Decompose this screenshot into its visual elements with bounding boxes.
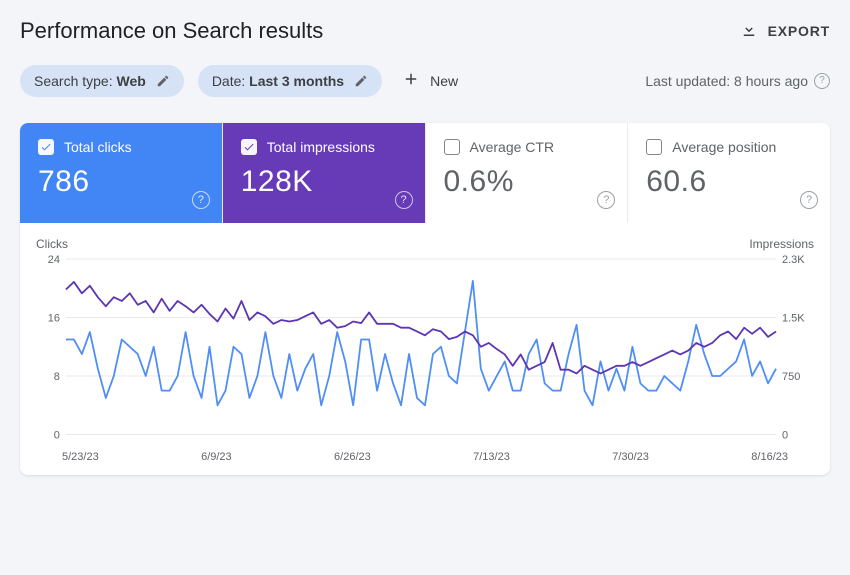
help-icon[interactable]: ? xyxy=(814,73,830,89)
x-tick: 6/9/23 xyxy=(201,451,232,463)
svg-text:1.5K: 1.5K xyxy=(782,312,805,324)
x-tick: 7/13/23 xyxy=(473,451,510,463)
svg-text:0: 0 xyxy=(54,430,60,442)
metric-label: Total impressions xyxy=(267,139,375,155)
new-label: New xyxy=(430,73,458,89)
metric-tiles: Total clicks 786 ? Total impressions 128… xyxy=(20,123,830,223)
download-icon xyxy=(740,21,758,42)
filter-date[interactable]: Date: Last 3 months xyxy=(198,65,382,97)
help-icon[interactable]: ? xyxy=(395,191,413,209)
metric-tile-impressions[interactable]: Total impressions 128K ? xyxy=(223,123,426,223)
metric-value: 786 xyxy=(38,165,206,199)
checkbox-off-icon xyxy=(444,139,460,155)
filter-bar: Search type: Web Date: Last 3 months New… xyxy=(20,62,830,99)
pencil-icon xyxy=(156,74,170,88)
svg-text:2.3K: 2.3K xyxy=(782,255,805,266)
metric-value: 128K xyxy=(241,165,409,199)
metric-tile-clicks[interactable]: Total clicks 786 ? xyxy=(20,123,223,223)
metric-value: 60.6 xyxy=(646,165,814,199)
x-tick: 6/26/23 xyxy=(334,451,371,463)
svg-text:750: 750 xyxy=(782,371,800,383)
plus-icon xyxy=(402,70,420,91)
export-button[interactable]: EXPORT xyxy=(740,21,830,42)
left-axis-title: Clicks xyxy=(36,237,68,251)
metric-label: Average position xyxy=(672,139,776,155)
export-label: EXPORT xyxy=(768,23,830,39)
metric-tile-ctr[interactable]: Average CTR 0.6% ? xyxy=(426,123,629,223)
x-axis: 5/23/23 6/9/23 6/26/23 7/13/23 7/30/23 8/16/2… xyxy=(36,445,814,467)
right-axis-title: Impressions xyxy=(749,237,814,251)
pencil-icon xyxy=(354,74,368,88)
last-updated: Last updated: 8 hours ago ? xyxy=(645,73,830,89)
svg-text:16: 16 xyxy=(48,312,60,324)
filter-search-type[interactable]: Search type: Web xyxy=(20,65,184,97)
metric-value: 0.6% xyxy=(444,165,612,199)
x-tick: 7/30/23 xyxy=(612,451,649,463)
chart-plot[interactable]: 0 0 8 750 16 1.5K 24 2.3K xyxy=(36,255,814,445)
page-title: Performance on Search results xyxy=(20,18,323,44)
help-icon[interactable]: ? xyxy=(192,191,210,209)
svg-text:8: 8 xyxy=(54,371,60,383)
metric-label: Total clicks xyxy=(64,139,132,155)
metric-tile-position[interactable]: Average position 60.6 ? xyxy=(628,123,830,223)
svg-text:0: 0 xyxy=(782,430,788,442)
metric-label: Average CTR xyxy=(470,139,555,155)
performance-card: Total clicks 786 ? Total impressions 128… xyxy=(20,123,830,475)
x-tick: 5/23/23 xyxy=(62,451,99,463)
svg-text:24: 24 xyxy=(48,255,60,266)
add-filter-button[interactable]: New xyxy=(396,62,464,99)
checkbox-on-icon xyxy=(241,139,257,155)
checkbox-on-icon xyxy=(38,139,54,155)
chart-area: Clicks Impressions 0 0 8 750 16 1.5K 24 2.3K 5/… xyxy=(20,223,830,475)
help-icon[interactable]: ? xyxy=(800,191,818,209)
x-tick: 8/16/23 xyxy=(751,451,788,463)
help-icon[interactable]: ? xyxy=(597,191,615,209)
checkbox-off-icon xyxy=(646,139,662,155)
